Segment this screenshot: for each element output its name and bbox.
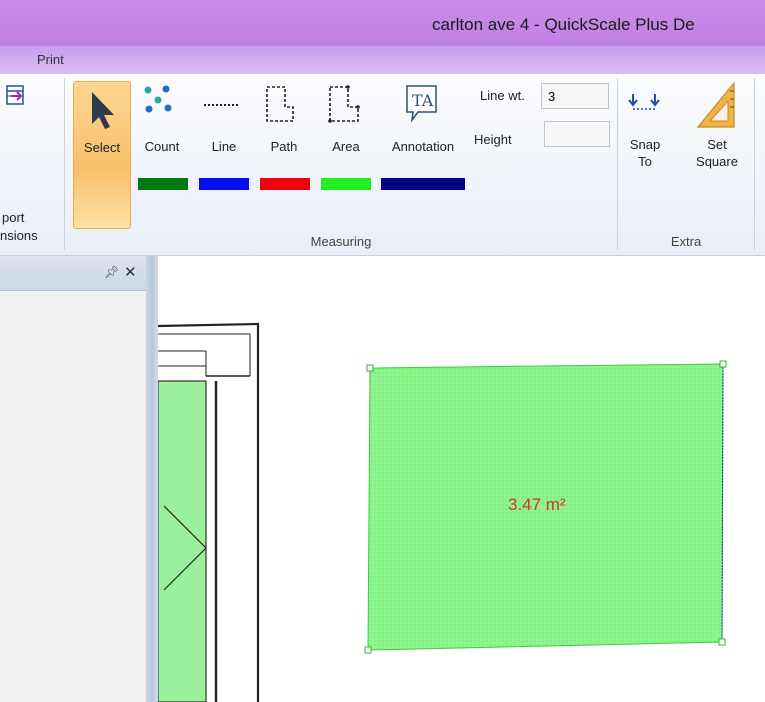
dots-icon [144,85,172,113]
ribbon: port nsions Select Count Line Path Area … [0,74,765,284]
annotation-label: Annotation [391,139,455,154]
area-label: Area [332,139,360,154]
extra-group-label: Extra [670,234,702,249]
pin-icon[interactable]: 📌︎ [104,265,119,279]
set-square-button[interactable]: Set Square [689,81,745,191]
text-annotation-icon: TA [406,85,437,123]
count-label: Count [144,139,180,154]
path-label: Path [270,139,298,154]
snap-label-2: To [638,154,652,169]
import-icon [6,85,24,105]
area-color-swatch[interactable] [321,178,371,190]
height-label: Height [474,132,512,147]
tab-print[interactable]: Print [37,52,64,67]
group-separator [64,78,65,250]
close-icon[interactable]: ✕ [124,263,137,281]
cursor-arrow-icon [92,92,114,129]
snap-to-button[interactable]: Snap To [623,88,667,188]
side-panel-header: 📌︎ ✕ [0,256,152,291]
panel-splitter[interactable] [146,256,158,702]
line-label: Line [211,139,237,154]
floor-plan-fragment [158,322,260,702]
group-separator [617,78,618,250]
line-weight-input[interactable] [541,83,609,109]
side-panel [0,291,146,702]
snap-label-1: Snap [629,137,661,152]
annotation-color-swatch[interactable] [381,178,465,190]
line-weight-label: Line wt. [480,88,525,103]
title-bar: carlton ave 4 - QuickScale Plus De [0,0,765,46]
set-square-icon [696,81,735,128]
import-dimensions-button[interactable] [0,78,62,228]
set-square-label-1: Set [707,137,727,152]
set-square-label-2: Square [696,154,738,169]
height-input[interactable] [544,121,610,147]
line-color-swatch[interactable] [199,178,249,190]
import-label-1: port [2,210,25,225]
area-vertex-handle [364,646,372,654]
measuring-group-label: Measuring [310,234,372,249]
count-color-swatch[interactable] [138,178,188,190]
window-title: carlton ave 4 - QuickScale Plus De [432,15,695,34]
canvas-drawing [158,322,727,702]
area-vertex-handle [718,638,726,646]
drawing-canvas[interactable] [158,256,765,702]
svg-text:TA: TA [412,91,434,110]
dashed-line-icon [204,104,240,106]
path-icon [266,86,294,122]
snap-arrows-icon [628,94,660,110]
import-label-2: nsions [0,228,38,243]
group-separator [754,78,755,250]
area-measurement-label: 3.47 m² [508,495,566,514]
area-vertex-handle [366,364,374,372]
ribbon-tab-strip: Print [0,46,765,74]
area-vertex-handle [719,360,727,368]
area-icon [328,85,360,123]
select-tool-button[interactable]: Select [73,81,131,229]
path-color-swatch[interactable] [260,178,310,190]
select-label: Select [83,140,121,155]
